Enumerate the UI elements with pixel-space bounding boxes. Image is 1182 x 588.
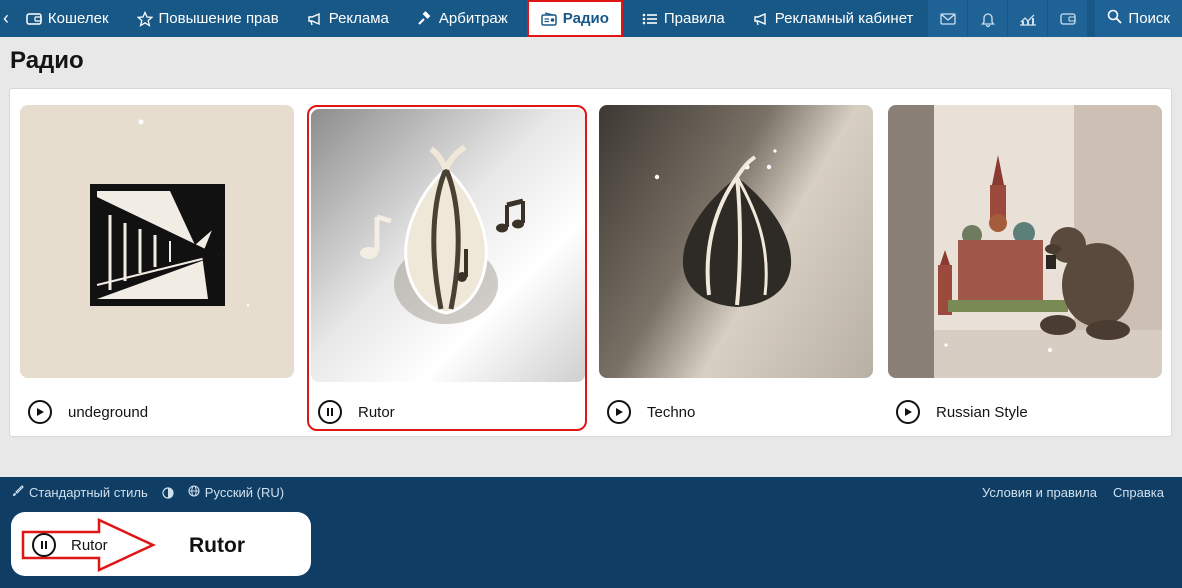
nav-item-radio[interactable]: Радио: [526, 0, 623, 37]
bell-icon[interactable]: [967, 0, 1008, 37]
mini-player: Rutor Rutor: [11, 512, 311, 576]
gavel-icon: [417, 10, 433, 27]
style-label: Стандартный стиль: [29, 485, 148, 500]
nav-item-rules[interactable]: Правила: [628, 0, 739, 37]
nav-label: Кошелек: [47, 10, 109, 27]
terms-link[interactable]: Условия и правила: [982, 485, 1097, 500]
list-icon: [642, 11, 658, 27]
station-row: Techno: [607, 400, 695, 424]
nav-item-wallet[interactable]: Кошелек: [12, 0, 123, 37]
pause-icon[interactable]: [318, 400, 342, 424]
top-navigation: ‹ Кошелек Повышение прав Реклама Арбитра…: [0, 0, 1182, 37]
nav-label: Радио: [562, 10, 609, 27]
station-name: undeground: [68, 403, 149, 421]
style-chooser[interactable]: Стандартный стиль: [12, 485, 148, 500]
player-station-label: Rutor: [71, 537, 108, 554]
globe-icon: [188, 485, 200, 500]
station-card[interactable]: Rutor: [307, 105, 587, 431]
nav-item-arbitration[interactable]: Арбитраж: [403, 0, 522, 37]
nav-label: Арбитраж: [438, 10, 508, 27]
search-icon: [1107, 9, 1123, 28]
footer-right: Условия и правила Справка: [982, 485, 1164, 500]
footer-left: Стандартный стиль Русский (RU): [12, 485, 284, 500]
nav-item-ads[interactable]: Реклама: [293, 0, 403, 37]
stations-panel: undeground Rutor Techno Russian Style: [9, 88, 1172, 437]
search-label: Поиск: [1128, 10, 1170, 27]
nav-label: Повышение прав: [158, 10, 279, 27]
nav-item-promotion[interactable]: Повышение прав: [123, 0, 293, 37]
wallet-icon: [26, 11, 42, 27]
wallet-icon[interactable]: [1047, 0, 1088, 37]
station-card[interactable]: Techno: [599, 105, 873, 425]
star-icon: [136, 10, 153, 27]
help-link[interactable]: Справка: [1113, 485, 1164, 500]
page-title: Радио: [10, 47, 84, 74]
megaphone-icon: [307, 11, 323, 27]
back-chevron-icon[interactable]: ‹: [0, 0, 12, 37]
nav-item-ad-cabinet[interactable]: Рекламный кабинет: [739, 0, 928, 37]
language-label: Русский (RU): [204, 485, 285, 500]
station-row: Rutor: [318, 400, 395, 424]
play-icon[interactable]: [896, 400, 920, 424]
nav-label: Реклама: [328, 10, 389, 27]
language-chooser[interactable]: Русский (RU): [188, 485, 284, 500]
station-name: Russian Style: [936, 403, 1028, 421]
station-name: Techno: [647, 403, 696, 421]
nav-right-group: Поиск: [927, 0, 1182, 37]
station-row: Russian Style: [896, 400, 1028, 424]
contrast-icon[interactable]: [162, 486, 174, 499]
pause-icon[interactable]: [32, 533, 56, 557]
station-artwork: [599, 105, 873, 378]
station-artwork: [20, 105, 294, 378]
station-row: undeground: [28, 400, 148, 424]
search-button[interactable]: Поиск: [1095, 0, 1182, 37]
station-card[interactable]: Russian Style: [888, 105, 1162, 425]
play-icon[interactable]: [607, 400, 631, 424]
station-artwork: [888, 105, 1162, 378]
station-name: Rutor: [358, 403, 395, 421]
brush-icon: [12, 485, 24, 500]
chart-icon[interactable]: [1007, 0, 1048, 37]
megaphone-icon: [753, 11, 769, 27]
station-artwork: [311, 109, 585, 382]
nav-label: Рекламный кабинет: [774, 10, 914, 27]
nav-label: Правила: [663, 10, 725, 27]
radio-icon: [541, 11, 557, 27]
station-card[interactable]: undeground: [20, 105, 294, 425]
player-station-highlight: Rutor: [189, 534, 245, 557]
envelope-icon[interactable]: [927, 0, 968, 37]
play-icon[interactable]: [28, 400, 52, 424]
